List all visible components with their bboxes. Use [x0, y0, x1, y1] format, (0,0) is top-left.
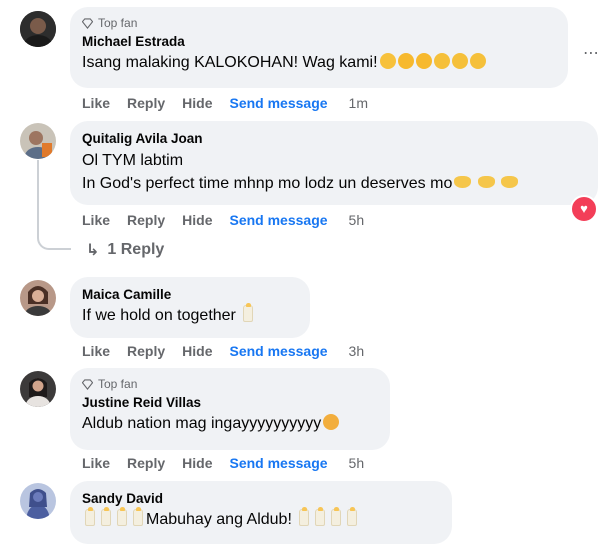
- reply-arrow-icon: ↳: [86, 242, 100, 259]
- avatar[interactable]: [20, 280, 56, 316]
- comment-text: If we hold on together: [82, 303, 298, 327]
- shocked-emoji-icon: [451, 53, 468, 69]
- avatar[interactable]: [20, 371, 56, 407]
- candle-emoji-icon: [117, 507, 127, 526]
- comment-bubble: Maica Camille If we hold on together: [70, 277, 310, 338]
- thread-connector-elbow: [37, 226, 71, 250]
- replies-count: 1 Reply: [107, 241, 165, 258]
- sweat-emoji-icon: [379, 53, 396, 69]
- candle-emoji-icon: [331, 507, 342, 526]
- hide-button[interactable]: Hide: [182, 95, 212, 111]
- rofl-emoji-icon: [397, 53, 414, 69]
- reply-button[interactable]: Reply: [127, 95, 165, 111]
- diamond-icon: [82, 378, 93, 390]
- diamond-icon: [82, 17, 93, 29]
- send-message-button[interactable]: Send message: [229, 95, 327, 111]
- comment-actions: Like Reply Hide Send message 1m: [82, 94, 385, 112]
- heart-hands-emoji-icon: [477, 176, 495, 188]
- heart-hands-emoji-icon: [454, 176, 472, 188]
- comment-author[interactable]: Sandy David: [82, 490, 440, 508]
- candle-emoji-icon: [299, 507, 310, 526]
- comment-text-body: Aldub nation mag ingayyyyyyyyyy: [82, 415, 322, 432]
- rofl-emoji-icon: [415, 53, 432, 69]
- avatar[interactable]: [20, 123, 56, 159]
- comment-bubble: Sandy David Mabuhay ang Aldub!: [70, 481, 452, 544]
- comment-text: In God's perfect time mhnp mo lodz un de…: [82, 173, 586, 195]
- like-button[interactable]: Like: [82, 212, 110, 228]
- timestamp[interactable]: 1m: [349, 95, 368, 111]
- comment-actions: Like Reply Hide Send message 5h: [82, 454, 381, 472]
- shocked-emoji-icon: [469, 53, 486, 69]
- comment-text-body: If we hold on together: [82, 307, 236, 324]
- crying-cat-emoji-icon: [323, 414, 340, 430]
- reply-button[interactable]: Reply: [127, 343, 165, 359]
- comment-bubble: Top fan Justine Reid Villas Aldub nation…: [70, 368, 390, 450]
- comment-author[interactable]: Quitalig Avila Joan: [82, 130, 586, 148]
- comment-text: Isang malaking KALOKOHAN! Wag kami!: [82, 52, 556, 74]
- top-fan-badge: Top fan: [82, 15, 556, 31]
- send-message-button[interactable]: Send message: [229, 343, 327, 359]
- shocked-emoji-icon: [433, 53, 450, 69]
- badge-label: Top fan: [98, 16, 138, 30]
- comment-text: Mabuhay ang Aldub!: [82, 507, 440, 531]
- reply-button[interactable]: Reply: [127, 455, 165, 471]
- candle-emoji-icon: [85, 507, 95, 526]
- like-button[interactable]: Like: [82, 95, 110, 111]
- timestamp[interactable]: 5h: [349, 212, 365, 228]
- comment-text-line: Ol TYM labtim: [82, 152, 184, 169]
- hide-button[interactable]: Hide: [182, 455, 212, 471]
- avatar[interactable]: [20, 11, 56, 47]
- comment-text-body: In God's perfect time mhnp mo lodz un de…: [82, 175, 453, 192]
- send-message-button[interactable]: Send message: [229, 455, 327, 471]
- like-button[interactable]: Like: [82, 343, 110, 359]
- candle-emoji-icon: [133, 507, 143, 526]
- candle-emoji-icon: [315, 507, 326, 526]
- comment-author[interactable]: Michael Estrada: [82, 33, 556, 51]
- comment-text-body: Isang malaking KALOKOHAN! Wag kami!: [82, 54, 378, 71]
- hide-button[interactable]: Hide: [182, 343, 212, 359]
- more-options-icon[interactable]: ⋯: [583, 43, 600, 63]
- view-replies-link[interactable]: ↳ 1 Reply: [86, 240, 164, 260]
- comment-actions: Like Reply Hide Send message 3h: [82, 342, 381, 360]
- comment-text-body: Mabuhay ang Aldub!: [146, 511, 292, 528]
- like-button[interactable]: Like: [82, 455, 110, 471]
- send-message-button[interactable]: Send message: [229, 212, 327, 228]
- avatar[interactable]: [20, 483, 56, 519]
- candle-emoji-icon: [347, 507, 358, 526]
- comment-text: Aldub nation mag ingayyyyyyyyyy: [82, 413, 378, 435]
- comment-bubble: Quitalig Avila Joan Ol TYM labtim In God…: [70, 121, 598, 205]
- comment-author[interactable]: Justine Reid Villas: [82, 394, 378, 412]
- top-fan-badge: Top fan: [82, 376, 378, 392]
- timestamp[interactable]: 5h: [349, 455, 365, 471]
- thread-connector: [37, 160, 39, 228]
- love-reaction-icon[interactable]: ♥: [570, 195, 598, 223]
- heart-hands-emoji-icon: [501, 176, 519, 188]
- candle-emoji-icon: [243, 303, 254, 322]
- comment-actions: Like Reply Hide Send message 5h: [82, 211, 381, 229]
- comment-bubble: Top fan Michael Estrada Isang malaking K…: [70, 7, 568, 88]
- comment-author[interactable]: Maica Camille: [82, 286, 298, 304]
- candle-emoji-icon: [101, 507, 111, 526]
- badge-label: Top fan: [98, 377, 138, 391]
- timestamp[interactable]: 3h: [349, 343, 365, 359]
- reply-button[interactable]: Reply: [127, 212, 165, 228]
- hide-button[interactable]: Hide: [182, 212, 212, 228]
